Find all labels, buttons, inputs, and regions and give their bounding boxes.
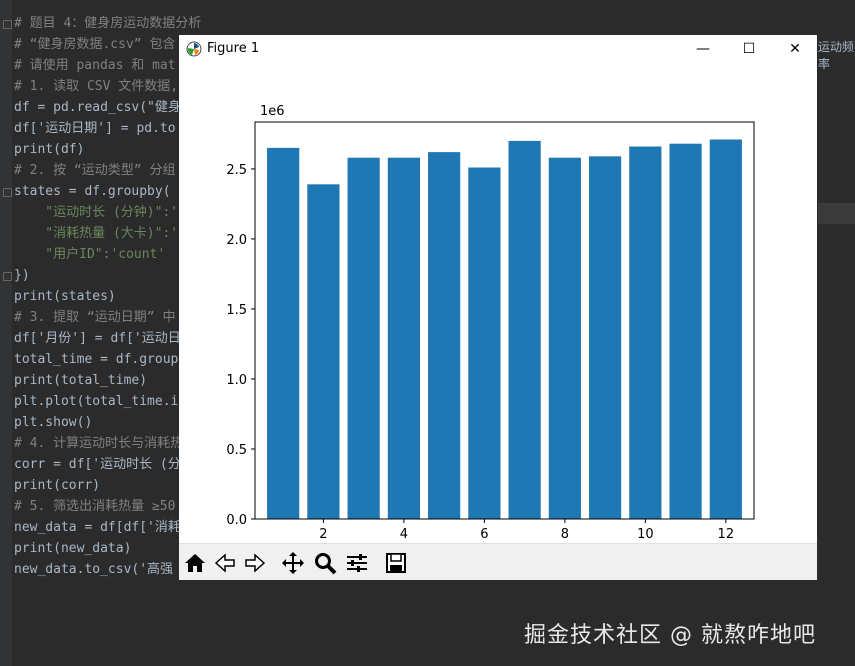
minimize-button[interactable]: — — [680, 35, 726, 63]
close-button[interactable]: ✕ — [772, 35, 818, 63]
code-overflow-text: 运动频率 — [818, 40, 855, 71]
code-lines: # 题目 4：健身房运动数据分析 # “健身房数据.csv” 包含 # 请使用 pa… — [14, 13, 201, 580]
back-button[interactable] — [211, 549, 239, 577]
configure-subplots-icon — [347, 554, 367, 572]
zoom-icon — [315, 553, 337, 575]
fold-marker-icon[interactable] — [3, 188, 12, 197]
pan-icon — [282, 552, 304, 574]
forward-button[interactable] — [241, 549, 269, 577]
pan-button[interactable] — [279, 549, 307, 577]
maximize-button[interactable]: ☐ — [726, 35, 772, 63]
code-line: states = df.groupby( — [14, 184, 171, 199]
bar — [629, 146, 662, 519]
code-line: "运动时长 (分钟)":' — [14, 205, 179, 220]
code-line: "用户ID":'count' — [14, 247, 166, 262]
code-line: df['月份'] = df['运动日 — [14, 331, 181, 346]
bar — [468, 167, 501, 519]
code-line: print(df) — [14, 142, 85, 157]
fold-marker-icon[interactable] — [3, 272, 12, 281]
code-line: # 题目 4：健身房运动数据分析 — [14, 16, 202, 31]
code-line: # 请使用 pandas 和 mat — [14, 58, 176, 73]
code-line: }) — [14, 268, 30, 283]
bar — [589, 156, 622, 519]
code-line: total_time = df.group — [14, 352, 179, 367]
figure-title: Figure 1 — [207, 41, 260, 56]
bar — [709, 139, 742, 520]
code-line: new_data.to_csv('高强 — [14, 562, 174, 577]
matplotlib-icon — [186, 41, 202, 61]
bar — [387, 157, 420, 519]
code-line: # 1. 读取 CSV 文件数据, — [14, 79, 179, 94]
x-tick-label: 10 — [637, 527, 654, 542]
y-tick-label: 1.5 — [226, 303, 247, 318]
code-line: df = pd.read_csv("健身 — [14, 100, 181, 115]
fold-marker-icon[interactable] — [3, 20, 12, 29]
y-tick-label: 2.5 — [226, 163, 247, 178]
y-tick-label: 2.0 — [226, 233, 247, 248]
code-line: # 2. 按 “运动类型” 分组 — [14, 163, 176, 178]
bar — [428, 152, 461, 519]
forward-icon — [245, 553, 266, 573]
code-line: # 4. 计算运动时长与消耗热 — [14, 436, 184, 451]
y-offset-label: 1e6 — [260, 104, 285, 119]
x-tick-label: 8 — [561, 527, 569, 542]
configure-subplots-button[interactable] — [343, 549, 371, 577]
x-tick-label: 6 — [480, 527, 488, 542]
back-icon — [214, 553, 235, 573]
code-line: corr = df['运动时长 (分 — [14, 457, 181, 472]
code-line: print(new_data) — [14, 541, 132, 556]
home-icon — [185, 554, 205, 572]
code-line: plt.show() — [14, 415, 93, 430]
y-tick-label: 1.0 — [226, 373, 247, 388]
code-line: plt.plot(total_time.i — [14, 394, 179, 409]
code-line: df['运动日期'] = pd.to — [14, 121, 176, 136]
code-line: new_data = df[df['消耗 — [14, 520, 181, 535]
save-button[interactable] — [382, 549, 410, 577]
code-line: # 3. 提取 “运动日期” 中 — [14, 310, 176, 325]
save-icon — [386, 553, 406, 573]
watermark: 掘金技术社区 @ 就熬咋地吧 — [524, 623, 816, 648]
figure-toolbar — [179, 543, 817, 580]
bar — [548, 157, 581, 519]
bar — [508, 140, 541, 519]
code-line: # “健身房数据.csv” 包含 — [14, 37, 176, 52]
home-button[interactable] — [181, 549, 209, 577]
plot-area[interactable]: 2 4 6 8 10 12 0.0 0.5 1.0 1.5 2.0 2.5 1e6 — [179, 63, 817, 543]
bar — [307, 184, 340, 519]
code-line: "消耗热量 (大卡)":' — [14, 226, 179, 241]
current-line-highlight — [818, 203, 855, 224]
x-tick-label: 12 — [718, 527, 735, 542]
figure-titlebar[interactable]: Figure 1 — ☐ ✕ — [179, 35, 817, 63]
bar-chart: 2 4 6 8 10 12 0.0 0.5 1.0 1.5 2.0 2.5 1e6 — [226, 104, 755, 542]
code-line: # 5. 筛选出消耗热量 ≥50 — [14, 499, 176, 514]
code-line: print(total_time) — [14, 373, 148, 388]
code-line: print(states) — [14, 289, 116, 304]
figure-window[interactable]: Figure 1 — ☐ ✕ 2 4 6 8 10 12 0.0 0.5 1.0 1.5 2.0 2.… — [179, 35, 817, 580]
editor-gutter — [0, 0, 12, 666]
code-line: print(corr) — [14, 478, 101, 493]
bar — [347, 157, 380, 519]
bar — [267, 147, 300, 519]
x-tick-label: 2 — [319, 527, 327, 542]
y-tick-label: 0.5 — [226, 443, 247, 458]
y-tick-label: 0.0 — [226, 513, 247, 528]
x-tick-label: 4 — [400, 527, 408, 542]
zoom-button[interactable] — [311, 549, 339, 577]
bar — [669, 143, 702, 519]
